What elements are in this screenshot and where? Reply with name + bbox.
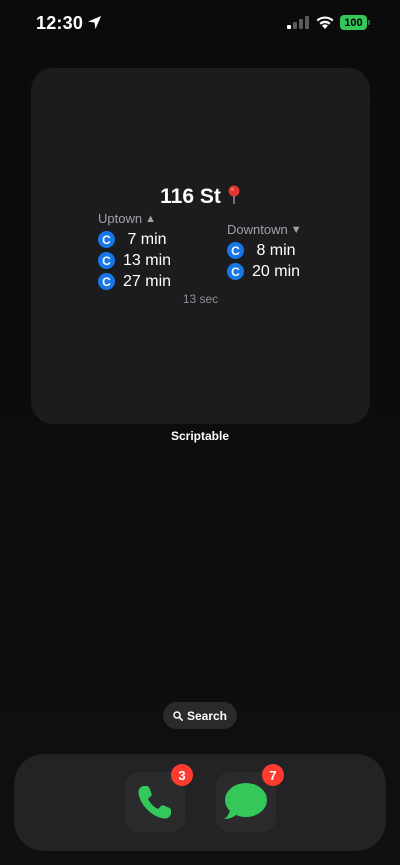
arrival-time: 8 min [252,241,296,259]
station-name: 116 St [160,185,221,208]
wifi-icon [316,16,334,29]
c-train-icon: C [98,273,115,290]
dock: 3 7 [14,754,386,851]
search-icon [173,710,183,721]
arrival-time: 13 min [123,251,172,269]
status-bar: 12:30 100 [0,0,400,46]
cellular-signal-icon [287,16,309,29]
down-triangle-icon: ▼ [290,223,302,236]
downtown-label: Downtown ▼ [227,222,302,237]
downtown-column: Downtown ▼ C 8 min C 20 min [227,222,302,282]
location-arrow-icon [87,15,102,30]
c-train-icon: C [98,231,115,248]
status-time: 12:30 [36,13,84,33]
phone-app-button[interactable]: 3 [125,764,193,832]
up-triangle-icon: ▲ [145,212,156,225]
messages-app-button[interactable]: 7 [216,764,284,832]
phone-badge: 3 [171,764,193,786]
scriptable-widget[interactable]: 116 St Uptown ▲ C 7 min C 13 min C 27 mi… [31,68,370,424]
c-train-icon: C [227,242,244,259]
arrival-row: C 13 min [98,250,171,271]
arrival-row: C 8 min [227,240,302,261]
messages-badge: 7 [262,764,284,786]
battery-nub [368,20,370,25]
round-pushpin-icon [228,185,240,204]
arrival-time: 20 min [252,262,301,280]
arrival-time: 7 min [123,230,167,248]
arrival-row: C 27 min [98,271,171,292]
battery-level: 100 [340,15,367,30]
uptown-label: Uptown ▲ [98,211,156,226]
c-train-icon: C [98,252,115,269]
battery-indicator: 100 [340,15,370,30]
widget-label: Scriptable [170,429,230,443]
arrival-time: 27 min [123,272,172,290]
spotlight-search-button[interactable]: Search [163,702,237,729]
c-train-icon: C [227,263,244,280]
arrival-row: C 7 min [98,229,171,250]
search-label: Search [186,708,228,723]
arrival-row: C 20 min [227,261,302,282]
updated-ago: 13 sec [182,292,219,306]
station-title: 116 St [31,185,370,209]
uptown-column: Uptown ▲ C 7 min C 13 min C 27 min [98,211,171,292]
